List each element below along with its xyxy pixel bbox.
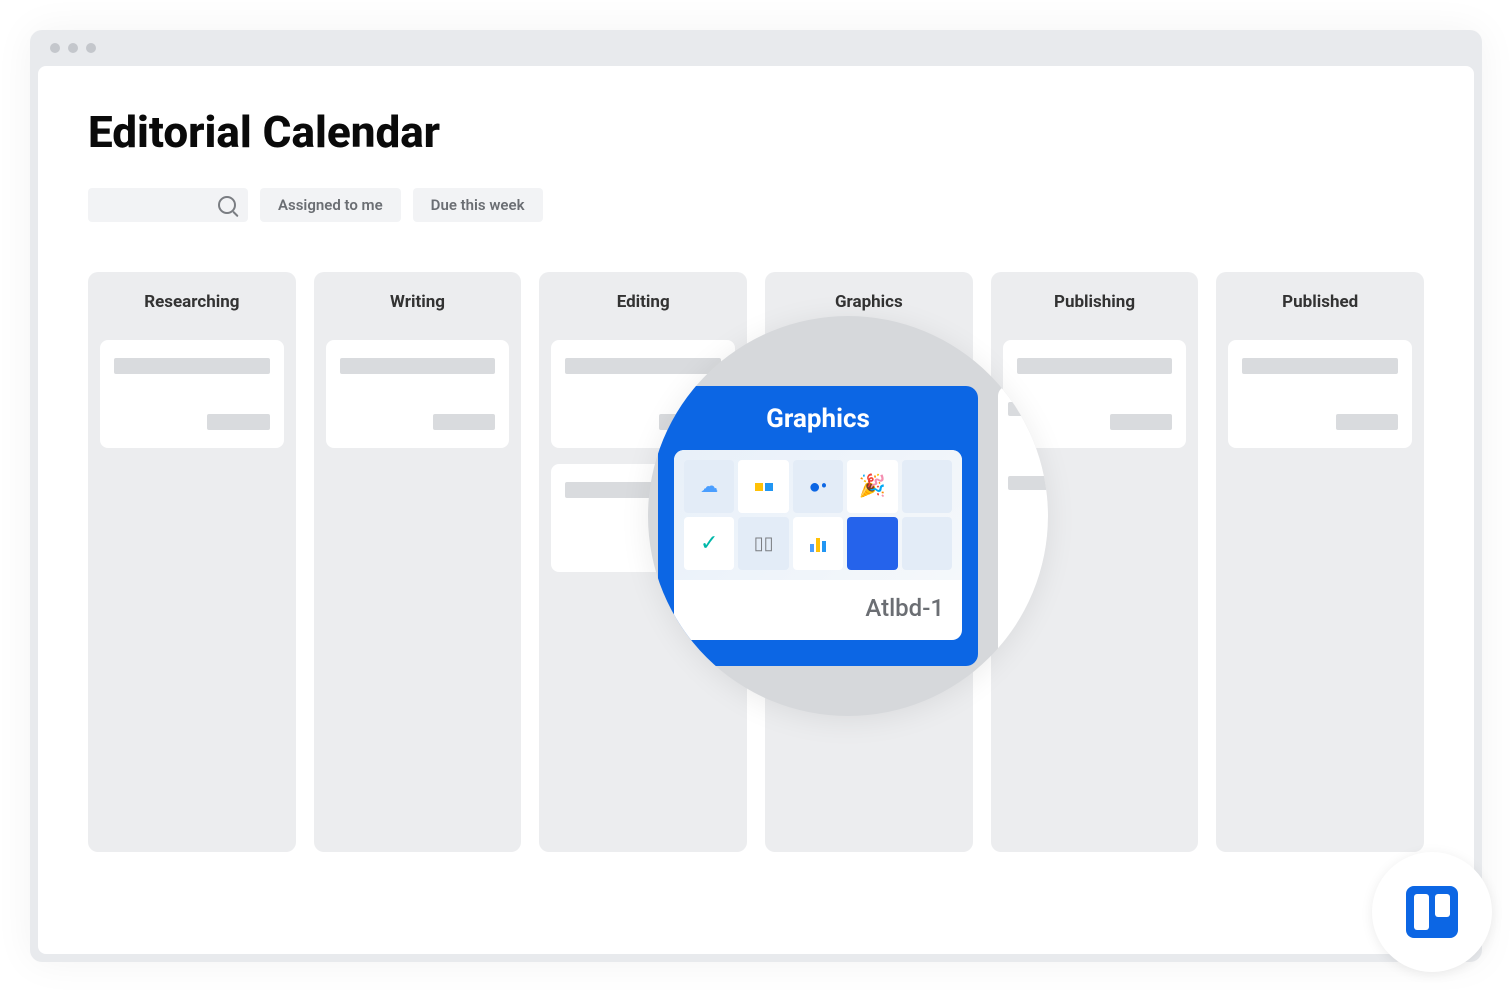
tile-icon: ●• <box>793 460 843 513</box>
window-titlebar <box>30 30 1482 66</box>
magnifier-content: Graphics ☁ ●• 🎉 ✓ ▯▯ <box>648 386 1048 666</box>
cloud-icon: ☁ <box>700 476 718 497</box>
titlebar-close-dot[interactable] <box>50 43 60 53</box>
card-placeholder-line <box>1008 402 1048 416</box>
kanban-card[interactable] <box>326 340 510 448</box>
card-placeholder-line <box>1336 414 1398 430</box>
tile-icon: 🎉 <box>847 460 897 513</box>
column-published[interactable]: Published <box>1216 272 1424 852</box>
filter-bar: Assigned to me Due this week <box>88 188 1424 222</box>
card-placeholder-line <box>340 358 496 374</box>
card-placeholder-line <box>1110 414 1172 430</box>
magnified-column-title: Graphics <box>674 404 962 434</box>
column-header: Published <box>1228 292 1412 312</box>
tile-icon <box>738 460 788 513</box>
tile-icon <box>793 517 843 570</box>
search-icon <box>218 196 236 214</box>
titlebar-maximize-dot[interactable] <box>86 43 96 53</box>
squares-icon <box>755 483 773 491</box>
magnified-column-edge <box>998 386 1048 666</box>
card-placeholder-line <box>1242 358 1398 374</box>
tile-box-icon <box>847 517 897 570</box>
content-area: Editorial Calendar Assigned to me Due th… <box>38 66 1474 954</box>
column-header: Publishing <box>1003 292 1187 312</box>
card-placeholder-line <box>1008 476 1048 490</box>
bar-chart-icon <box>810 536 826 552</box>
column-researching[interactable]: Researching <box>88 272 296 852</box>
page-title: Editorial Calendar <box>88 106 1424 158</box>
card-cover-image: ☁ ●• 🎉 ✓ ▯▯ <box>674 450 962 580</box>
column-header: Writing <box>326 292 510 312</box>
card-placeholder-line <box>433 414 495 430</box>
check-circle-icon: ✓ <box>700 531 718 556</box>
card-placeholder-line <box>207 414 269 430</box>
titlebar-minimize-dot[interactable] <box>68 43 78 53</box>
magnified-card[interactable]: ☁ ●• 🎉 ✓ ▯▯ <box>674 450 962 640</box>
kanban-card[interactable] <box>100 340 284 448</box>
card-id-label: Atlbd-1 <box>674 580 962 640</box>
filter-assigned-to-me[interactable]: Assigned to me <box>260 188 401 222</box>
columns-icon: ▯▯ <box>754 533 774 554</box>
trello-icon <box>1406 886 1458 938</box>
column-header: Editing <box>551 292 735 312</box>
filter-due-this-week[interactable]: Due this week <box>413 188 543 222</box>
column-header: Researching <box>100 292 284 312</box>
tile-icon: ☁ <box>684 460 734 513</box>
search-input[interactable] <box>88 188 248 222</box>
card-placeholder-line <box>565 358 721 374</box>
column-writing[interactable]: Writing <box>314 272 522 852</box>
kanban-card[interactable] <box>1228 340 1412 448</box>
tile-icon <box>902 460 952 513</box>
tile-icon <box>902 517 952 570</box>
app-window: Editorial Calendar Assigned to me Due th… <box>30 30 1482 962</box>
card-placeholder-line <box>565 482 658 498</box>
tile-icon: ▯▯ <box>738 517 788 570</box>
trello-logo-badge[interactable] <box>1372 852 1492 972</box>
card-placeholder-line <box>114 358 270 374</box>
magnifier-overlay: Graphics ☁ ●• 🎉 ✓ ▯▯ <box>648 316 1048 716</box>
magnified-column-graphics[interactable]: Graphics ☁ ●• 🎉 ✓ ▯▯ <box>658 386 978 666</box>
column-header: Graphics <box>777 292 961 312</box>
card-placeholder-line <box>1017 358 1173 374</box>
tile-icon: ✓ <box>684 517 734 570</box>
balloons-icon: ●• <box>809 474 828 499</box>
confetti-icon: 🎉 <box>859 474 886 499</box>
